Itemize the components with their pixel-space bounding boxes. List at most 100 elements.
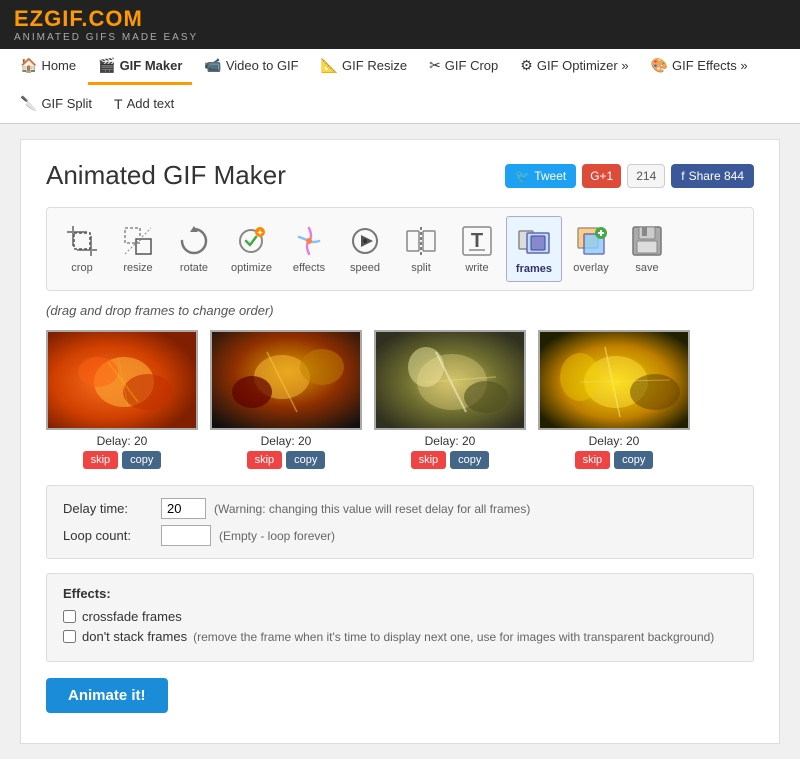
speed-icon xyxy=(346,222,384,260)
crop-icon xyxy=(63,222,101,260)
nostack-checkbox[interactable] xyxy=(63,630,76,643)
frame-3-delay: Delay: 20 xyxy=(425,434,476,448)
frame-3-buttons: skip copy xyxy=(411,451,490,469)
write-label: write xyxy=(465,262,488,274)
nav-item-home[interactable]: 🏠 Home xyxy=(10,49,86,85)
tool-crop[interactable]: crop xyxy=(55,216,109,282)
settings-box: Delay time: (Warning: changing this valu… xyxy=(46,485,754,559)
frame-2-copy[interactable]: copy xyxy=(286,451,325,469)
tool-resize[interactable]: resize xyxy=(111,216,165,282)
tool-rotate[interactable]: rotate xyxy=(167,216,221,282)
effects-nav-icon: 🎨 xyxy=(651,57,668,74)
effects-icon xyxy=(290,222,328,260)
split-label: split xyxy=(411,262,431,274)
optimize-icon: ✦ xyxy=(232,222,270,260)
frames-icon xyxy=(515,223,553,261)
nav-item-gif-optimizer[interactable]: ⚙ GIF Optimizer » xyxy=(510,49,638,85)
effects-title: Effects: xyxy=(63,586,737,601)
frame-4: Delay: 20 skip copy xyxy=(538,330,690,469)
nav-item-add-text[interactable]: T Add text xyxy=(104,88,184,123)
frame-1-thumb xyxy=(46,330,198,430)
write-icon: T xyxy=(458,222,496,260)
frame-2-skip[interactable]: skip xyxy=(247,451,283,469)
loop-row: Loop count: (Empty - loop forever) xyxy=(63,525,737,546)
resize-icon xyxy=(119,222,157,260)
frame-1-skip[interactable]: skip xyxy=(83,451,119,469)
social-buttons: 🐦 Tweet G+1 214 f Share 844 xyxy=(505,164,754,188)
frame-2-delay: Delay: 20 xyxy=(261,434,312,448)
tool-write[interactable]: T write xyxy=(450,216,504,282)
home-icon: 🏠 xyxy=(20,57,37,74)
tool-frames[interactable]: frames xyxy=(506,216,562,282)
nostack-note: (remove the frame when it's time to disp… xyxy=(193,630,714,644)
nav-item-gif-effects[interactable]: 🎨 GIF Effects » xyxy=(641,49,758,85)
nav-item-video-to-gif[interactable]: 📹 Video to GIF xyxy=(194,49,308,85)
nav-item-gif-crop[interactable]: ✂ GIF Crop xyxy=(419,49,508,85)
effects-label: effects xyxy=(293,262,325,274)
crop-label: crop xyxy=(71,262,92,274)
tool-speed[interactable]: speed xyxy=(338,216,392,282)
frame-1-copy[interactable]: copy xyxy=(122,451,161,469)
overlay-label: overlay xyxy=(573,262,608,274)
nostack-label: don't stack frames xyxy=(82,629,187,644)
frames-container: Delay: 20 skip copy Delay: xyxy=(46,330,754,469)
tweet-button[interactable]: 🐦 Tweet xyxy=(505,164,576,188)
save-label: save xyxy=(635,262,658,274)
frame-3-copy[interactable]: copy xyxy=(450,451,489,469)
crop-nav-icon: ✂ xyxy=(429,57,441,74)
share-button[interactable]: f Share 844 xyxy=(671,164,754,188)
save-icon xyxy=(628,222,666,260)
optimize-label: optimize xyxy=(231,262,272,274)
frame-3: Delay: 20 skip copy xyxy=(374,330,526,469)
frames-label: frames xyxy=(516,263,552,275)
tool-save[interactable]: save xyxy=(620,216,674,282)
nav-item-gif-resize[interactable]: 📐 GIF Resize xyxy=(311,49,417,85)
effects-box: Effects: crossfade frames don't stack fr… xyxy=(46,573,754,662)
frame-1-buttons: skip copy xyxy=(83,451,162,469)
optimizer-icon: ⚙ xyxy=(520,57,533,74)
tool-overlay[interactable]: overlay xyxy=(564,216,618,282)
rotate-label: rotate xyxy=(180,262,208,274)
frame-4-thumb xyxy=(538,330,690,430)
twitter-bird-icon: 🐦 xyxy=(515,169,530,183)
delay-row: Delay time: (Warning: changing this valu… xyxy=(63,498,737,519)
crossfade-label: crossfade frames xyxy=(82,609,182,624)
svg-text:T: T xyxy=(471,230,483,252)
speed-label: speed xyxy=(350,262,380,274)
frame-3-skip[interactable]: skip xyxy=(411,451,447,469)
crossfade-checkbox[interactable] xyxy=(63,610,76,623)
tool-optimize[interactable]: ✦ optimize xyxy=(223,216,280,282)
addtext-icon: T xyxy=(114,96,123,112)
loop-note: (Empty - loop forever) xyxy=(219,529,335,543)
video-icon: 📹 xyxy=(204,57,221,74)
split-icon xyxy=(402,222,440,260)
tool-effects[interactable]: effects xyxy=(282,216,336,282)
resize-label: resize xyxy=(123,262,152,274)
gplus-button[interactable]: G+1 xyxy=(582,164,621,188)
loop-input[interactable] xyxy=(161,525,211,546)
gifmaker-icon: 🎬 xyxy=(98,57,115,74)
drag-hint: (drag and drop frames to change order) xyxy=(46,303,754,318)
nav-item-gif-split[interactable]: 🔪 GIF Split xyxy=(10,87,102,123)
title-row: Animated GIF Maker 🐦 Tweet G+1 214 f Sha… xyxy=(46,160,754,191)
animate-button[interactable]: Animate it! xyxy=(46,678,168,713)
tool-split[interactable]: split xyxy=(394,216,448,282)
frame-4-copy[interactable]: copy xyxy=(614,451,653,469)
loop-label: Loop count: xyxy=(63,528,153,543)
rotate-icon xyxy=(175,222,213,260)
facebook-icon: f xyxy=(681,169,684,183)
gplus-count: 214 xyxy=(627,164,665,188)
crossfade-row: crossfade frames xyxy=(63,609,737,624)
logo-com: .COM xyxy=(81,6,142,31)
frame-4-skip[interactable]: skip xyxy=(575,451,611,469)
overlay-icon xyxy=(572,222,610,260)
main-nav: 🏠 Home 🎬 GIF Maker 📹 Video to GIF 📐 GIF … xyxy=(0,49,800,124)
frame-4-delay: Delay: 20 xyxy=(589,434,640,448)
frame-3-thumb xyxy=(374,330,526,430)
delay-input[interactable] xyxy=(161,498,206,519)
page-title: Animated GIF Maker xyxy=(46,160,286,191)
svg-text:✦: ✦ xyxy=(258,229,264,237)
nav-item-gif-maker[interactable]: 🎬 GIF Maker xyxy=(88,49,192,85)
frame-4-buttons: skip copy xyxy=(575,451,654,469)
header: EZGIF.COM ANIMATED GIFS MADE EASY xyxy=(0,0,800,49)
